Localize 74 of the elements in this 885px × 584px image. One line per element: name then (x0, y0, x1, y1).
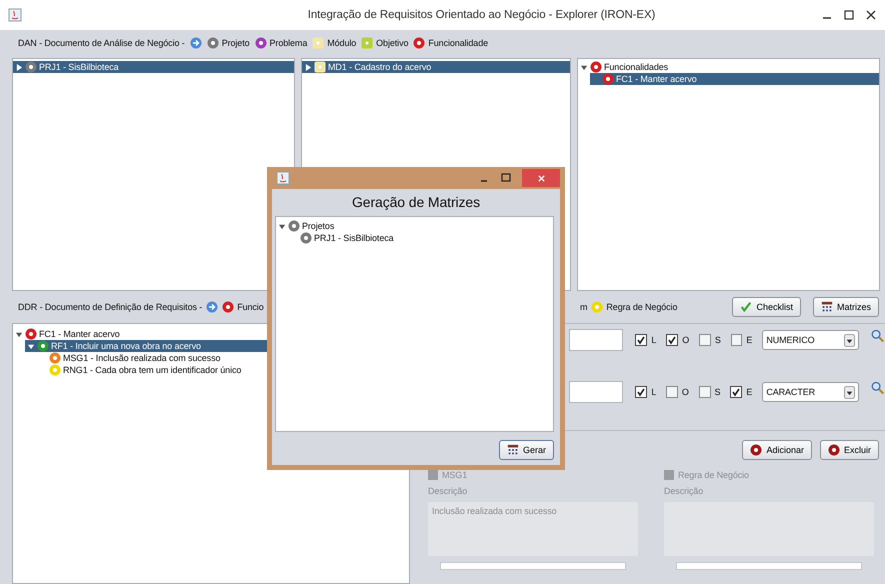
checkbox[interactable] (635, 386, 648, 398)
legend-label: Problema (270, 38, 308, 48)
tree-item[interactable]: RNG1 - Cada obra tem um identificador único (63, 365, 242, 375)
section-title: DAN - Documento de Análise de Negócio - (18, 38, 185, 48)
field-label: Descrição (664, 486, 704, 496)
tree-item[interactable]: PRJ1 - SisBilbioteca (314, 233, 394, 243)
tree-item[interactable]: Projetos (302, 221, 334, 231)
checkbox[interactable] (698, 386, 710, 398)
app-icon (8, 8, 22, 22)
checkbox-label: E (746, 335, 752, 345)
table-icon (506, 444, 519, 456)
expanded-arrow-icon[interactable] (16, 330, 23, 338)
collapsed-arrow-icon[interactable] (305, 64, 312, 70)
dialog-heading: Geração de Matrizes (350, 193, 482, 212)
navigation-icon[interactable] (206, 301, 218, 313)
close-icon[interactable] (865, 9, 877, 21)
detail-label: Regra de Negócio (678, 470, 749, 480)
expanded-arrow-icon[interactable] (279, 222, 286, 230)
checkbox[interactable] (699, 334, 711, 346)
status-square (428, 470, 438, 480)
maximize-icon[interactable] (843, 9, 855, 21)
tree-item[interactable]: MSG1 - Inclusão realizada com sucesso (63, 353, 220, 363)
search-icon[interactable] (871, 381, 885, 395)
section-title: DDR - Documento de Definição de Requisitos - (18, 302, 202, 312)
legend-label: Regra de Negócio (606, 302, 678, 312)
legend-label: Funcio (237, 302, 264, 312)
collapsed-arrow-icon[interactable] (16, 64, 23, 70)
checkbox[interactable] (730, 386, 742, 398)
navigation-icon[interactable] (190, 37, 202, 49)
circle-icon (750, 444, 762, 456)
expanded-arrow-icon[interactable] (28, 342, 35, 350)
checkbox-label: O (682, 387, 689, 397)
checkbox-label: S (714, 387, 720, 397)
generate-button[interactable]: Gerar (498, 440, 554, 460)
table-icon (820, 301, 833, 313)
legend-label: Projeto (222, 38, 250, 48)
caret-icon (844, 334, 856, 346)
checkmark-icon (740, 301, 752, 313)
app-icon (276, 171, 290, 185)
caret-icon (844, 386, 856, 398)
checkbox[interactable] (635, 334, 648, 346)
circle-icon (828, 444, 840, 456)
toolbar-button[interactable]: Matrizes (812, 297, 879, 317)
type-dropdown[interactable]: NUMERICO (762, 330, 860, 350)
status-square (664, 470, 674, 480)
toolbar-button[interactable]: Checklist (732, 297, 801, 317)
checkbox-label: L (651, 335, 656, 345)
expanded-arrow-icon[interactable] (581, 64, 588, 70)
checkbox-label: S (714, 335, 721, 345)
maximize-icon[interactable] (500, 172, 512, 184)
action-button[interactable]: Excluir (820, 440, 879, 460)
tree-item[interactable]: Funcionalidades (604, 62, 668, 72)
tree-item[interactable]: FC1 - Manter acervo (39, 329, 120, 339)
window-title: Integração de Requisitos Orientado ao Negócio - Explorer (IRON-EX) (306, 9, 656, 21)
action-button[interactable]: Adicionar (742, 440, 812, 460)
legend-label: Objetivo (376, 38, 408, 48)
legend-label: Módulo (327, 38, 356, 48)
checkbox[interactable] (730, 334, 742, 346)
checkbox-label: L (651, 387, 656, 397)
field-label: Descrição (428, 486, 468, 496)
input-field[interactable] (569, 329, 624, 351)
checkbox[interactable] (666, 386, 678, 398)
legend-label: m (580, 302, 588, 312)
detail-label: MSG1 (442, 470, 468, 480)
type-dropdown[interactable]: CARACTER (762, 382, 860, 402)
checkbox-label: O (682, 335, 690, 345)
search-icon[interactable] (871, 329, 885, 343)
input-field[interactable] (569, 381, 624, 403)
close-icon (536, 174, 546, 182)
description-area: Inclusão realizada com sucesso (428, 502, 638, 556)
legend-label: Funcionalidade (428, 38, 488, 48)
close-button[interactable] (522, 169, 560, 187)
checkbox-label: E (746, 387, 752, 397)
checkbox[interactable] (666, 334, 678, 346)
